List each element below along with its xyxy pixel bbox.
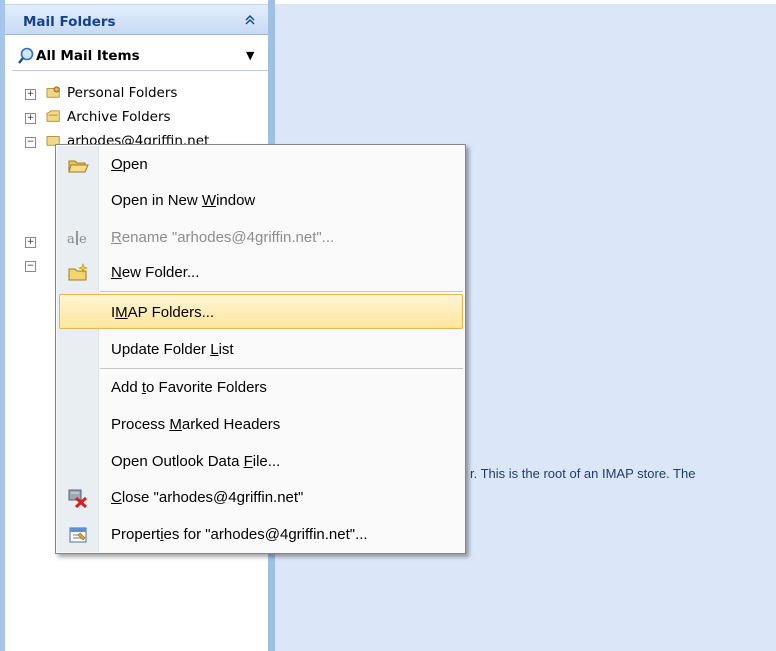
properties-icon (69, 527, 87, 543)
search-icon (18, 47, 34, 64)
menu-item-update-folder-list[interactable]: Update Folder List (58, 333, 463, 366)
menu-separator (100, 368, 463, 369)
new-folder-icon (68, 263, 88, 281)
menu-item-close-store[interactable]: Close "arhodes@4griffin.net" (58, 481, 463, 514)
menu-item-process-marked-headers[interactable]: Process Marked Headers (58, 408, 463, 441)
all-mail-items-selector[interactable]: All Mail Items ▼ (12, 41, 268, 71)
menu-item-imap-folders[interactable]: IMAP Folders... (59, 294, 463, 329)
svg-text:e: e (79, 232, 87, 247)
menu-item-label: Rename "arhodes@4griffin.net"... (111, 229, 335, 246)
reading-pane-top-edge (275, 0, 776, 4)
expand-icon[interactable]: + (25, 89, 36, 100)
open-folder-icon (68, 160, 89, 173)
menu-item-label: Process Marked Headers (111, 416, 281, 433)
rename-icon: a e (67, 231, 87, 247)
reading-pane-text: r. This is the root of an IMAP store. Th… (470, 466, 696, 481)
mail-folders-title: Mail Folders (23, 14, 116, 30)
personal-folders-icon (46, 86, 60, 98)
menu-item-open-data-file[interactable]: Open Outlook Data File... (58, 445, 463, 478)
menu-item-add-to-favorites[interactable]: Add to Favorite Folders (58, 371, 463, 404)
menu-item-label: Update Folder List (111, 341, 234, 358)
expand-icon[interactable]: + (25, 113, 36, 124)
collapse-icon[interactable]: − (25, 137, 36, 148)
expand-icon[interactable]: + (25, 237, 36, 248)
menu-item-label: Open in New Window (111, 192, 256, 209)
chevron-down-icon: ▼ (246, 49, 255, 62)
tree-item-personal-folders[interactable]: + Personal Folders (25, 84, 265, 104)
archive-folders-icon (46, 110, 60, 122)
menu-item-new-folder[interactable]: New Folder... (58, 256, 463, 289)
menu-item-label: New Folder... (111, 264, 200, 281)
tree-item-archive-folders[interactable]: + Archive Folders (25, 108, 265, 128)
chevron-up-icon (245, 15, 255, 25)
menu-item-label: Add to Favorite Folders (111, 379, 267, 396)
svg-text:a: a (67, 232, 75, 247)
menu-item-label: Open (111, 156, 148, 173)
menu-separator (100, 291, 463, 292)
menu-item-rename[interactable]: a e Rename "arhodes@4griffin.net"... (58, 221, 463, 254)
tree-item-label: Archive Folders (67, 109, 171, 125)
menu-item-label: IMAP Folders... (111, 304, 215, 321)
menu-item-open-new-window[interactable]: Open in New Window (58, 184, 463, 217)
mail-folders-header: Mail Folders (5, 4, 268, 35)
menu-item-label: Open Outlook Data File... (111, 453, 281, 470)
context-menu: Open Open in New Window a e Rename "arho… (55, 144, 466, 554)
all-mail-items-label: All Mail Items (36, 48, 140, 64)
collapse-pane-button[interactable] (243, 14, 257, 28)
close-store-icon (68, 489, 88, 508)
menu-item-label: Properties for "arhodes@4griffin.net"... (111, 526, 368, 543)
menu-item-properties[interactable]: Properties for "arhodes@4griffin.net"... (58, 518, 463, 551)
menu-item-label: Close "arhodes@4griffin.net" (111, 489, 304, 506)
menu-item-open[interactable]: Open (58, 148, 463, 181)
collapse-icon[interactable]: − (25, 261, 36, 272)
tree-item-label: Personal Folders (67, 85, 178, 101)
